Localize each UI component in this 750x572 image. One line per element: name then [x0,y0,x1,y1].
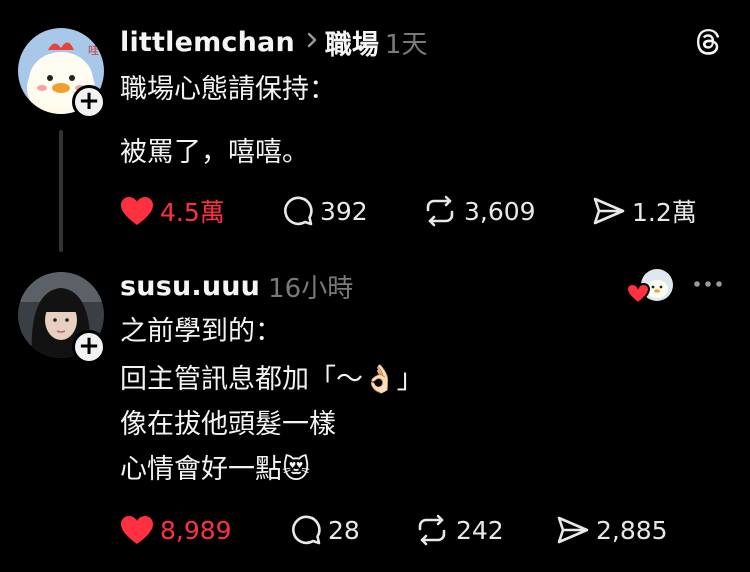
share-count: 1.2萬 [632,198,697,227]
comment-icon [292,515,321,545]
reply-line-2: 回主管訊息都加「～👌🏻」 [120,364,424,395]
reply-like-button[interactable]: 8,989 [120,514,232,546]
comment-button[interactable]: 392 [282,195,368,227]
chevron-right-icon [305,31,319,53]
reply-username[interactable]: susu.uuu [120,271,260,302]
post-line-1: 職場心態請保持： [120,74,336,105]
comment-icon [284,196,313,226]
reply-line-1: 之前學到的： [120,316,282,347]
share-button[interactable]: 1.2萬 [592,195,697,227]
reply-like-count: 8,989 [160,515,232,545]
reply-line-3: 像在拔他頭髮一樣 [120,409,336,440]
reply-repost-button[interactable]: 242 [414,514,504,546]
post-header: littlemchan 職場 1天 [120,22,427,62]
heart-filled-icon [121,197,153,225]
post-line-2: 被罵了，嘻嘻。 [120,137,309,168]
reply-follow-plus-button[interactable]: + [72,330,106,364]
reply-line-4: 心情會好一點😻 [120,454,311,485]
post-topic-tag[interactable]: 職場 [325,23,379,62]
comment-count: 392 [320,196,368,226]
author-liked-indicator [625,268,676,306]
svg-text:哇: 哇 [88,44,99,57]
post-timestamp: 1天 [384,29,428,60]
reply-header: susu.uuu 16小時 [120,266,353,306]
follow-plus-button[interactable]: + [72,85,106,119]
threads-logo-icon[interactable] [692,26,724,62]
share-send-icon [593,197,625,225]
thread-line [59,130,63,252]
reply-repost-count: 242 [456,515,504,545]
repost-count: 3,609 [464,196,536,226]
repost-icon [418,514,446,546]
like-count: 4.5萬 [160,198,225,227]
reply-comment-button[interactable]: 28 [290,514,360,546]
share-send-icon [557,516,589,544]
more-icon[interactable] [692,274,724,298]
heart-filled-icon [121,516,153,544]
reply-share-button[interactable]: 2,885 [556,514,668,546]
reply-share-count: 2,885 [596,515,668,545]
post-username[interactable]: littlemchan [120,27,295,58]
repost-button[interactable]: 3,609 [422,195,536,227]
reply-comment-count: 28 [328,515,360,545]
like-button[interactable]: 4.5萬 [120,195,225,227]
repost-icon [426,195,454,227]
reply-timestamp: 16小時 [268,273,354,304]
